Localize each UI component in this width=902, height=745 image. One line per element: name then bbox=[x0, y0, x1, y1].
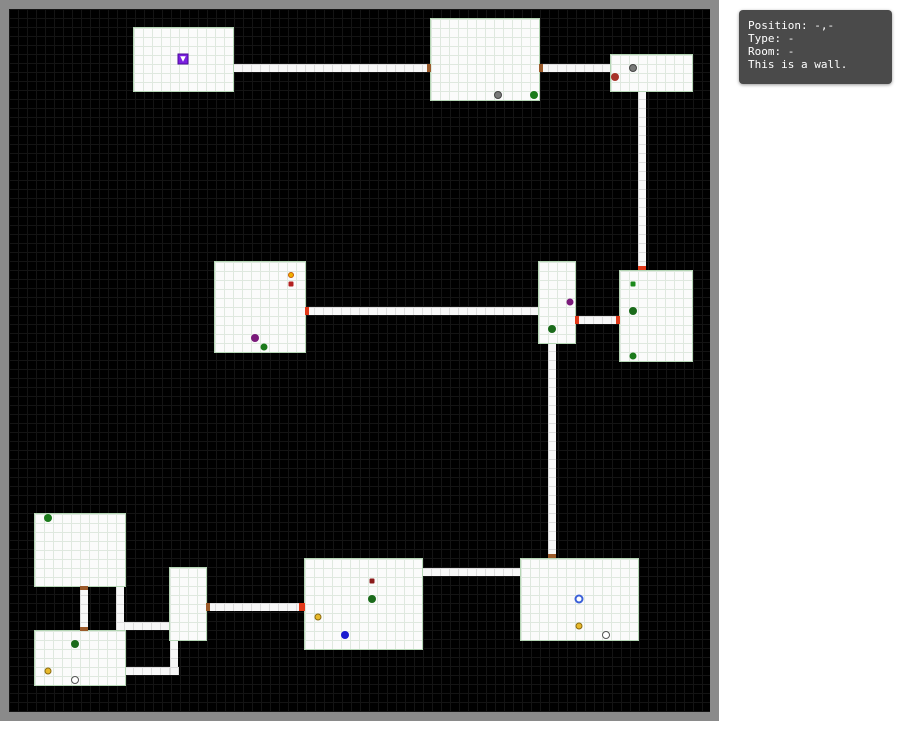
green-orb-icon bbox=[629, 352, 637, 360]
green-key-icon bbox=[630, 281, 636, 287]
door[interactable] bbox=[548, 554, 556, 558]
position-label: Position: bbox=[748, 19, 808, 32]
room-top-center[interactable] bbox=[430, 18, 540, 101]
gold-coin-icon bbox=[44, 667, 52, 675]
blue-potion-icon bbox=[574, 594, 584, 604]
corridor-left-vertical[interactable] bbox=[80, 586, 88, 631]
corridor-bottom-mid[interactable] bbox=[206, 603, 305, 611]
room-bottom-left-lower[interactable] bbox=[34, 630, 126, 686]
corridor-mid-horizontal[interactable] bbox=[305, 307, 539, 315]
type-row: Type: - bbox=[748, 32, 883, 45]
type-value: - bbox=[787, 32, 795, 45]
gold-gem-icon bbox=[288, 272, 294, 278]
locked-door[interactable] bbox=[638, 266, 646, 270]
red-orb-icon bbox=[611, 73, 619, 81]
map-border bbox=[0, 0, 719, 721]
white-ring-icon bbox=[602, 631, 610, 639]
door[interactable] bbox=[539, 64, 543, 72]
green-orb-icon bbox=[548, 325, 556, 333]
room-row: Room: - bbox=[748, 45, 883, 58]
corridor-center-vertical[interactable] bbox=[548, 342, 556, 558]
white-ring-icon bbox=[71, 676, 79, 684]
corridor-left-link-upper[interactable] bbox=[124, 622, 170, 630]
room-bottom-left-upper[interactable] bbox=[34, 513, 126, 587]
room-value: - bbox=[787, 45, 795, 58]
door[interactable] bbox=[427, 64, 431, 72]
green-orb-icon bbox=[368, 595, 376, 603]
locked-door[interactable] bbox=[575, 316, 579, 324]
info-panel: Position: -,- Type: - Room: - This is a … bbox=[739, 10, 892, 84]
corridor-bottom-right[interactable] bbox=[422, 568, 521, 576]
green-orb-icon bbox=[260, 343, 268, 351]
room-top-right[interactable] bbox=[610, 54, 693, 92]
red-key-icon bbox=[288, 281, 294, 287]
dungeon-map[interactable] bbox=[9, 9, 710, 712]
corridor-right-vertical[interactable] bbox=[638, 90, 646, 270]
green-orb-icon bbox=[530, 91, 538, 99]
position-value: -,- bbox=[814, 19, 835, 32]
red-key-icon bbox=[369, 578, 375, 584]
corridor-mid-right[interactable] bbox=[575, 316, 620, 324]
description: This is a wall. bbox=[748, 58, 848, 71]
corridor-left-link-vertical[interactable] bbox=[116, 586, 124, 631]
gold-coin-icon bbox=[575, 622, 583, 630]
type-label: Type: bbox=[748, 32, 782, 45]
room-bottom-small[interactable] bbox=[169, 567, 207, 641]
corridor-small-vertical[interactable] bbox=[170, 640, 178, 675]
corridor-top-right[interactable] bbox=[539, 64, 611, 72]
player-icon bbox=[177, 53, 189, 65]
door[interactable] bbox=[80, 627, 88, 631]
purple-orb-icon bbox=[566, 298, 574, 306]
gray-orb-icon bbox=[629, 64, 637, 72]
green-orb-icon bbox=[44, 514, 52, 522]
position-row: Position: -,- bbox=[748, 19, 883, 32]
room-bottom-center[interactable] bbox=[304, 558, 423, 650]
gold-coin-icon bbox=[314, 613, 322, 621]
blue-orb-icon bbox=[341, 631, 349, 639]
door[interactable] bbox=[80, 586, 88, 590]
purple-orb-icon bbox=[251, 334, 259, 342]
green-orb-icon bbox=[629, 307, 637, 315]
green-orb-icon bbox=[71, 640, 79, 648]
gray-orb-icon bbox=[494, 91, 502, 99]
locked-door[interactable] bbox=[299, 603, 305, 611]
locked-door[interactable] bbox=[305, 307, 309, 315]
corridor-top-left[interactable] bbox=[233, 64, 431, 72]
locked-door[interactable] bbox=[616, 316, 620, 324]
room-label: Room: bbox=[748, 45, 782, 58]
door[interactable] bbox=[206, 603, 210, 611]
